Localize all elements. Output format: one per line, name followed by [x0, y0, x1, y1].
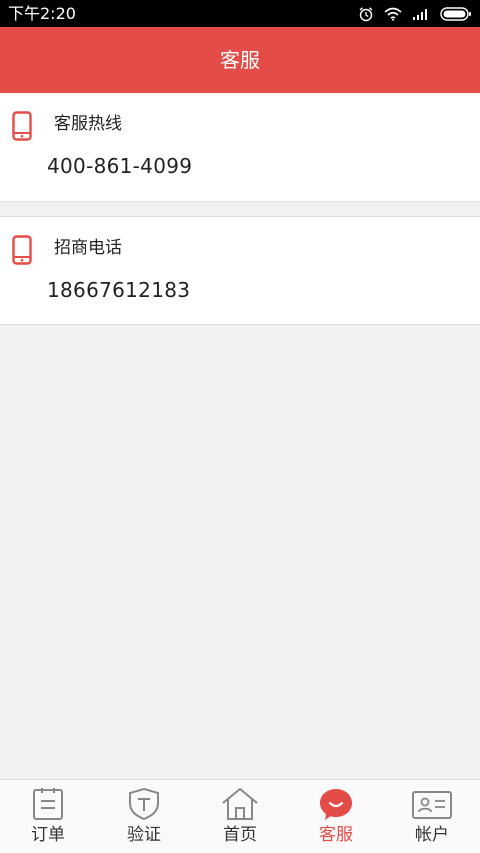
status-icons [358, 3, 472, 25]
shield-icon [127, 787, 161, 825]
tab-account[interactable]: 帐户 [384, 780, 480, 853]
tab-verify[interactable]: 验证 [96, 780, 192, 853]
id-card-icon [411, 787, 453, 825]
page-title: 客服 [220, 48, 260, 72]
contact-card-business[interactable]: 招商电话 18667612183 [0, 216, 480, 325]
signal-icon [412, 7, 430, 21]
tab-label: 验证 [127, 825, 161, 845]
tab-label: 帐户 [415, 825, 449, 845]
status-bar: 下午2:20 [0, 0, 480, 27]
contact-label: 客服热线 [54, 114, 122, 134]
tab-label: 客服 [319, 825, 353, 845]
bottom-tab-bar: 订单 验证 首页 客服 帐户 [0, 779, 480, 853]
home-icon [221, 787, 259, 825]
tab-orders[interactable]: 订单 [0, 780, 96, 853]
contact-card-hotline[interactable]: 客服热线 400-861-4099 [0, 93, 480, 202]
contact-phone-number[interactable]: 400-861-4099 [47, 153, 192, 179]
status-time: 下午2:20 [8, 4, 76, 23]
tab-label: 首页 [223, 825, 257, 845]
chat-bubble-icon [318, 787, 354, 827]
order-icon [31, 787, 65, 825]
tab-label: 订单 [31, 825, 65, 845]
alarm-icon [358, 6, 374, 22]
header-bar: 客服 [0, 27, 480, 93]
phone-icon [12, 111, 32, 145]
contact-label: 招商电话 [54, 238, 122, 258]
wifi-icon [384, 7, 402, 21]
phone-icon [12, 235, 32, 269]
battery-icon [440, 7, 472, 21]
contact-phone-number[interactable]: 18667612183 [47, 277, 190, 303]
tab-home[interactable]: 首页 [192, 780, 288, 853]
tab-customer-service[interactable]: 客服 [288, 780, 384, 853]
